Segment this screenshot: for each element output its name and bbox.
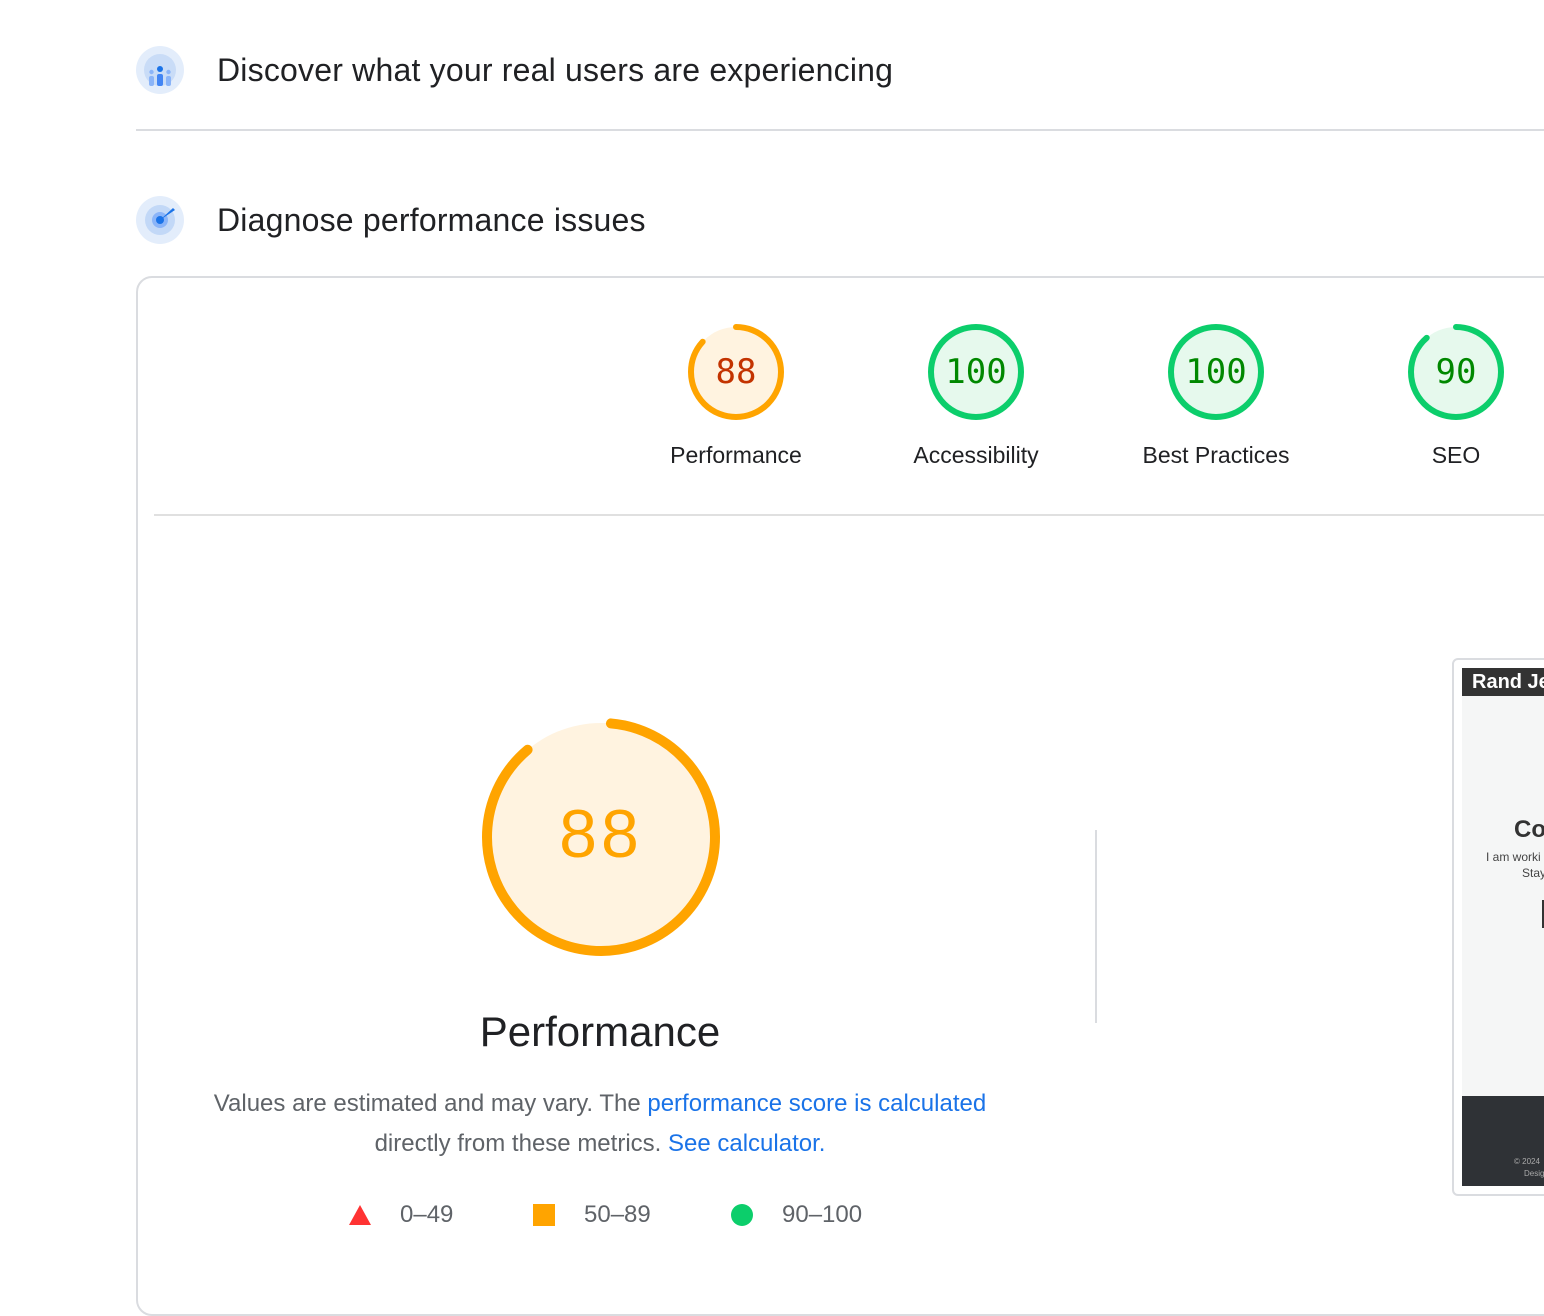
diagnose-section-header: Diagnose performance issues xyxy=(136,196,646,244)
screenshot-nav-title: Rand Je xyxy=(1462,668,1544,696)
vertical-divider xyxy=(1095,830,1097,1023)
performance-title: Performance xyxy=(479,1008,721,1055)
screenshot-heading: Co xyxy=(1514,816,1544,843)
crux-users-icon xyxy=(136,46,184,94)
discover-section-header: Discover what your real users are experi… xyxy=(136,46,893,94)
gauge-performance-ring: 88 xyxy=(688,324,784,420)
screenshot-text-line-1: I am worki xyxy=(1486,850,1541,864)
legend-fail-range: 0–49 xyxy=(400,1201,454,1228)
gauge-seo[interactable]: 90 SEO xyxy=(1356,322,1544,469)
triangle-icon xyxy=(349,1205,371,1225)
legend-average-range: 50–89 xyxy=(584,1201,651,1228)
gauge-seo-ring: 90 xyxy=(1408,324,1504,420)
performance-large-gauge: 88 xyxy=(478,714,724,960)
gauge-performance[interactable]: 88 Performance xyxy=(636,322,836,469)
gauge-seo-score: 90 xyxy=(1436,352,1477,392)
legend-pass-range: 90–100 xyxy=(782,1201,863,1228)
square-icon xyxy=(533,1204,555,1226)
circle-icon xyxy=(731,1204,753,1226)
screenshot-content: Rand Je Co I am worki Stay © 2024 Desig xyxy=(1462,668,1544,1186)
see-calculator-link[interactable]: See calculator. xyxy=(668,1130,825,1157)
gauge-accessibility-ring: 100 xyxy=(928,324,1024,420)
gauge-performance-label: Performance xyxy=(670,442,802,468)
gauge-accessibility-score: 100 xyxy=(945,352,1006,392)
performance-large-score: 88 xyxy=(559,796,643,872)
gauge-best-practices-label: Best Practices xyxy=(1142,442,1290,468)
screenshot-footer-design: Desig xyxy=(1524,1169,1544,1178)
gauge-accessibility[interactable]: 100 Accessibility xyxy=(876,322,1076,469)
score-calculated-link[interactable]: performance score is calculated xyxy=(647,1090,986,1117)
page-screenshot-thumbnail[interactable]: Rand Je Co I am worki Stay © 2024 Desig xyxy=(1452,658,1544,1196)
legend-average: 50–89 xyxy=(532,1201,651,1229)
gauge-best-practices-ring: 100 xyxy=(1168,324,1264,420)
legend-pass: 90–100 xyxy=(730,1201,862,1229)
gauge-accessibility-label: Accessibility xyxy=(913,442,1039,468)
screenshot-footer-copyright: © 2024 xyxy=(1514,1157,1540,1166)
screenshot-footer: © 2024 Desig xyxy=(1462,1096,1544,1186)
gauge-performance-score: 88 xyxy=(716,352,757,392)
gauge-best-practices[interactable]: 100 Best Practices xyxy=(1116,322,1316,469)
diagnose-title: Diagnose performance issues xyxy=(217,201,646,238)
note-middle: directly from these metrics. xyxy=(374,1130,662,1157)
note-prefix: Values are estimated and may vary. The xyxy=(213,1090,641,1117)
section-divider xyxy=(136,129,1544,131)
legend-fail: 0–49 xyxy=(348,1201,453,1229)
performance-note: Values are estimated and may vary. The p… xyxy=(190,1084,1010,1164)
discover-title: Discover what your real users are experi… xyxy=(217,51,894,88)
gauge-seo-label: SEO xyxy=(1431,442,1481,468)
lighthouse-target-icon xyxy=(136,196,184,244)
gauges-divider xyxy=(154,514,1544,516)
screenshot-text-line-2: Stay xyxy=(1522,866,1544,880)
gauge-best-practices-score: 100 xyxy=(1185,352,1246,392)
